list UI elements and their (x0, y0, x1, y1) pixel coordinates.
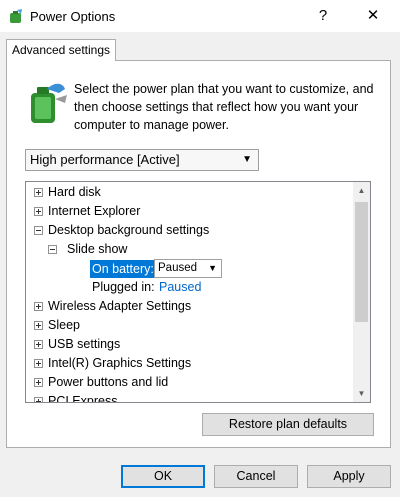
window-title: Power Options (30, 9, 116, 24)
expand-icon[interactable] (34, 378, 43, 387)
vertical-scrollbar[interactable]: ▲ ▼ (353, 182, 370, 402)
power-options-icon (10, 9, 22, 23)
scroll-down-icon[interactable]: ▼ (353, 385, 370, 402)
on-battery-label[interactable]: On battery: (90, 260, 156, 278)
tree-item-label: USB settings (48, 337, 121, 351)
tree-item-desktop-background[interactable]: Desktop background settings (34, 221, 209, 240)
expand-icon[interactable] (34, 302, 43, 311)
restore-plan-defaults-button[interactable]: Restore plan defaults (202, 413, 374, 436)
tree-item-label: Intel(R) Graphics Settings (48, 356, 192, 370)
cancel-button[interactable]: Cancel (214, 465, 298, 488)
collapse-icon[interactable] (48, 245, 57, 254)
tab-advanced-settings[interactable]: Advanced settings (6, 39, 116, 61)
tree-item-internet-explorer[interactable]: Internet Explorer (34, 202, 140, 221)
tree-item-label: Wireless Adapter Settings (48, 299, 192, 313)
chevron-down-icon: ▼ (208, 263, 217, 273)
scrollbar-thumb[interactable] (355, 202, 368, 322)
expand-icon[interactable] (34, 397, 43, 402)
on-battery-dropdown[interactable]: Paused ▼ (154, 259, 222, 278)
tree-item-label: Desktop background settings (48, 223, 210, 237)
tree-item-power-buttons[interactable]: Power buttons and lid (34, 373, 168, 392)
ok-button[interactable]: OK (121, 465, 205, 488)
chevron-down-icon: ▼ (242, 154, 252, 165)
tree-item-wireless-adapter[interactable]: Wireless Adapter Settings (34, 297, 191, 316)
collapse-icon[interactable] (34, 226, 43, 235)
plugged-in-label: Plugged in: (92, 280, 155, 294)
plugged-in-value[interactable]: Paused (159, 278, 201, 297)
expand-icon[interactable] (34, 321, 43, 330)
expand-icon[interactable] (34, 359, 43, 368)
tree-item-label: Internet Explorer (48, 204, 141, 218)
tree-item-pci-express[interactable]: PCI Express (34, 392, 117, 402)
tree-item-hard-disk[interactable]: Hard disk (34, 183, 101, 202)
expand-icon[interactable] (34, 188, 43, 197)
advanced-settings-panel: Select the power plan that you want to c… (6, 60, 391, 448)
tree-item-sleep[interactable]: Sleep (34, 316, 80, 335)
help-button[interactable]: ? (308, 4, 338, 28)
battery-power-icon (31, 83, 67, 123)
expand-icon[interactable] (34, 340, 43, 349)
tree-item-label: PCI Express (48, 394, 118, 402)
title-bar: Power Options ? ✕ (0, 0, 400, 32)
settings-tree-content: Hard disk Internet Explorer Desktop back… (26, 182, 354, 402)
tree-item-label: Sleep (48, 318, 80, 332)
power-plan-dropdown[interactable]: High performance [Active] ▼ (25, 149, 259, 171)
settings-tree[interactable]: Hard disk Internet Explorer Desktop back… (25, 181, 371, 403)
tree-item-usb-settings[interactable]: USB settings (34, 335, 120, 354)
tree-item-label: Hard disk (48, 185, 101, 199)
apply-button[interactable]: Apply (307, 465, 391, 488)
description-text: Select the power plan that you want to c… (74, 82, 374, 132)
scroll-up-icon[interactable]: ▲ (353, 182, 370, 199)
close-button[interactable]: ✕ (356, 4, 390, 28)
expand-icon[interactable] (34, 207, 43, 216)
tree-item-label: Power buttons and lid (48, 375, 169, 389)
tree-item-label: Slide show (67, 242, 128, 256)
tree-item-intel-graphics[interactable]: Intel(R) Graphics Settings (34, 354, 191, 373)
tree-item-slide-show[interactable]: Slide show (48, 240, 127, 259)
power-plan-value: High performance [Active] (30, 152, 180, 167)
on-battery-value: Paused (158, 262, 198, 274)
